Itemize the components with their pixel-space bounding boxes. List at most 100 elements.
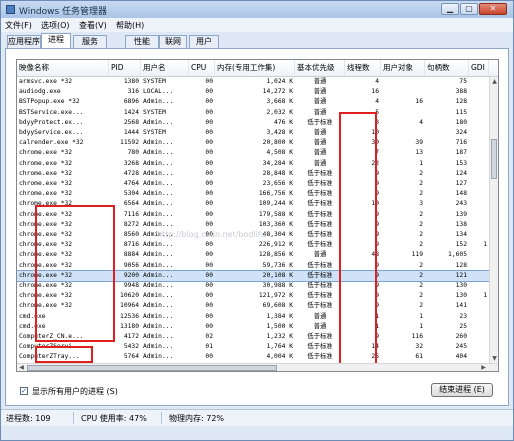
- pid-cell: 2568: [123, 118, 139, 126]
- username-cell: Admin...: [143, 322, 174, 330]
- column-header-username[interactable]: 用户名: [141, 60, 189, 76]
- handles-cell: 180: [455, 118, 467, 126]
- gdi-cell: [469, 301, 489, 311]
- cpu-cell: 00: [205, 129, 213, 136]
- tab-strip: 应用程序 进程 服务 性能 联网 用户: [1, 32, 513, 49]
- memory-cell: 226,912 K: [258, 241, 293, 249]
- pid-cell: 1424: [123, 108, 139, 116]
- table-row[interactable]: bdyyProtect.ex... 2568 Admin... 00 476 K 低于标准…: [17, 118, 489, 128]
- priority-cell: 低于标准: [307, 241, 333, 249]
- column-header-memory[interactable]: 内存(专用工作集): [215, 60, 295, 76]
- priority-cell: 低于标准: [307, 118, 333, 126]
- column-header-handles[interactable]: 句柄数: [425, 60, 469, 76]
- priority-cell: 普通: [313, 139, 327, 147]
- tab-networking[interactable]: 联网: [159, 35, 187, 48]
- table-row[interactable]: chrome.exe *32 780 Admin... 00 4,508 K 普通 7 13 1…: [17, 148, 489, 158]
- priority-cell: 普通: [313, 159, 327, 167]
- status-cpu-usage: CPU 使用率: 47%: [81, 414, 147, 423]
- user-objects-cell: 2: [419, 220, 423, 228]
- show-all-users-label[interactable]: 显示所有用户的进程 (S): [32, 386, 118, 397]
- handles-cell: 134: [455, 231, 467, 238]
- menu-view[interactable]: 查看(V): [79, 20, 107, 31]
- table-row[interactable]: BSTService.exe... 1424 SYSTEM 00 2,032 K 普通 5 1…: [17, 108, 489, 118]
- column-header-threads[interactable]: 线程数: [345, 60, 381, 76]
- scroll-left-arrow-icon[interactable]: ◀: [17, 364, 26, 371]
- menu-help[interactable]: 帮助(H): [116, 20, 144, 31]
- priority-cell: 普通: [313, 98, 327, 106]
- user-objects-cell: 39: [415, 139, 423, 147]
- maximize-button[interactable]: ▢: [460, 3, 478, 15]
- table-row[interactable]: chrome.exe *32 4728 Admin... 00 28,848 K 低于标准…: [17, 169, 489, 179]
- username-cell: Admin...: [143, 139, 174, 147]
- column-header-cpu[interactable]: CPU: [189, 60, 215, 76]
- gdi-cell: [469, 281, 489, 291]
- handles-cell: 124: [455, 169, 467, 177]
- tab-services[interactable]: 服务: [73, 35, 107, 48]
- menu-options[interactable]: 选项(O): [41, 20, 70, 31]
- status-separator: [73, 412, 74, 424]
- priority-cell: 普通: [313, 312, 327, 320]
- cpu-cell: 00: [205, 282, 213, 289]
- user-objects-cell: 2: [419, 261, 423, 269]
- username-cell: LOCAL...: [143, 88, 174, 96]
- memory-cell: 1,764 K: [266, 343, 293, 351]
- tab-users[interactable]: 用户: [189, 35, 219, 48]
- vertical-scroll-thumb[interactable]: [491, 139, 497, 179]
- title-bar[interactable]: Windows 任务管理器 ▁ ▢ ✕: [1, 1, 513, 18]
- table-row[interactable]: BSTPopup.exe *32 6896 Admin... 00 3,668 K 普通 4…: [17, 97, 489, 107]
- table-row[interactable]: audiodg.exe 316 LOCAL... 00 14,272 K 普通 16 388: [17, 87, 489, 97]
- gdi-cell: [469, 250, 489, 260]
- task-manager-window: Windows 任务管理器 ▁ ▢ ✕ 文件(F) 选项(O) 查看(V) 帮助…: [0, 0, 514, 441]
- column-header-base-priority[interactable]: 基本优先级: [295, 60, 345, 76]
- gdi-cell: [469, 220, 489, 230]
- memory-cell: 3,668 K: [266, 98, 293, 106]
- table-row[interactable]: bdyyService.ex... 1444 SYSTEM 00 3,428 K 普通 10…: [17, 128, 489, 138]
- user-objects-cell: 2: [419, 241, 423, 249]
- vertical-scrollbar[interactable]: ▲ ▼: [489, 77, 498, 363]
- menu-file[interactable]: 文件(F): [5, 20, 32, 31]
- handles-cell: 243: [455, 200, 467, 208]
- memory-cell: 34,284 K: [262, 159, 293, 167]
- tab-processes[interactable]: 进程: [41, 33, 71, 49]
- pid-cell: 1380: [123, 78, 139, 85]
- column-header-user-objects[interactable]: 用户对象: [381, 60, 425, 76]
- gdi-cell: [469, 118, 489, 128]
- scroll-right-arrow-icon[interactable]: ▶: [479, 364, 488, 371]
- table-row[interactable]: calrender.exe *32 11592 Admin... 00 20,800 K…: [17, 138, 489, 148]
- tab-applications[interactable]: 应用程序: [7, 35, 41, 48]
- table-row[interactable]: chrome.exe *32 4764 Admin... 00 23,656 K 低于标准…: [17, 179, 489, 189]
- minimize-button[interactable]: ▁: [441, 3, 459, 15]
- user-objects-cell: 3: [419, 200, 423, 208]
- column-header-gdi[interactable]: GDI: [469, 60, 489, 76]
- cpu-cell: 00: [205, 88, 213, 96]
- end-process-button[interactable]: 结束进程 (E): [431, 383, 493, 397]
- horizontal-scrollbar[interactable]: ◀ ▶: [17, 363, 498, 371]
- user-objects-cell: 2: [419, 292, 423, 300]
- priority-cell: 低于标准: [307, 231, 333, 238]
- tab-performance[interactable]: 性能: [125, 35, 159, 48]
- user-objects-cell: 2: [419, 210, 423, 218]
- table-row[interactable]: armsvc.exe *32 1380 SYSTEM 00 1,024 K 普通 4 75: [17, 77, 489, 87]
- user-objects-cell: 61: [415, 353, 423, 361]
- image-name-cell: chrome.exe *32: [19, 159, 73, 167]
- horizontal-scroll-thumb[interactable]: [27, 365, 277, 371]
- close-button[interactable]: ✕: [479, 3, 507, 15]
- image-name-cell: BSTService.exe...: [19, 108, 84, 116]
- handles-cell: 148: [455, 190, 467, 198]
- scroll-up-arrow-icon[interactable]: ▲: [490, 77, 498, 86]
- handles-cell: 260: [455, 333, 467, 340]
- pid-cell: 5304: [123, 190, 139, 198]
- table-row[interactable]: chrome.exe *32 5304 Admin... 00 166,756 K 低于标…: [17, 189, 489, 199]
- username-cell: Admin...: [143, 261, 174, 269]
- column-header-pid[interactable]: PID: [109, 60, 141, 76]
- handles-cell: 130: [455, 292, 467, 300]
- user-objects-cell: 2: [419, 302, 423, 310]
- cpu-cell: 00: [205, 159, 213, 167]
- scroll-down-arrow-icon[interactable]: ▼: [490, 354, 498, 363]
- cpu-cell: 01: [205, 343, 213, 351]
- table-row[interactable]: chrome.exe *32 3268 Admin... 00 34,284 K 普通 22…: [17, 159, 489, 169]
- column-header-image-name[interactable]: 映像名称: [17, 60, 109, 76]
- pid-cell: 11592: [120, 139, 139, 147]
- show-all-users-checkbox[interactable]: ✓: [20, 387, 28, 395]
- cpu-cell: 02: [205, 333, 213, 340]
